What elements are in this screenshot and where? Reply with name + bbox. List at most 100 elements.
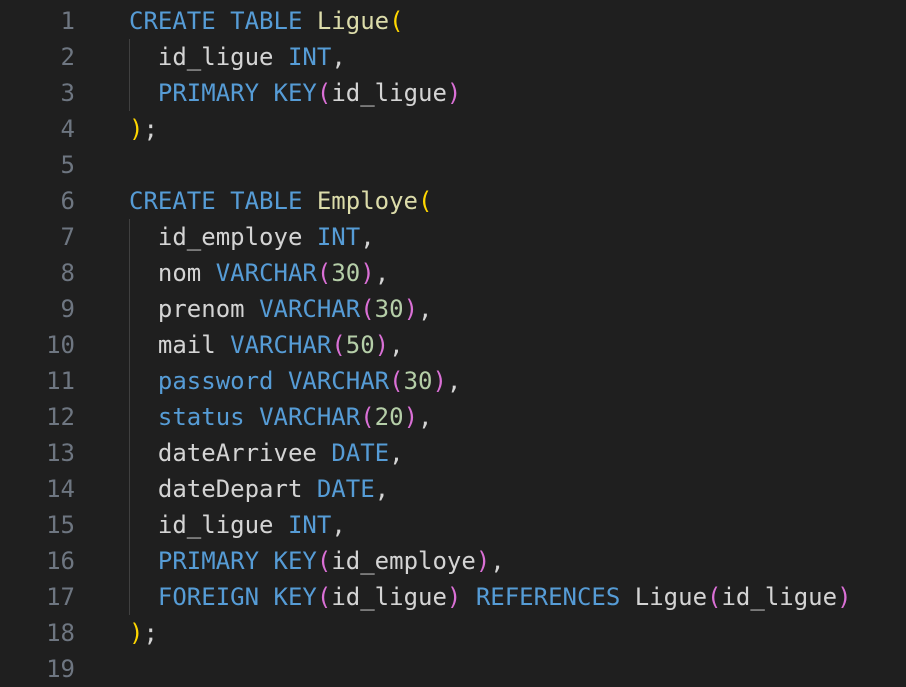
- code-line[interactable]: 1 CREATE TABLE Ligue(: [0, 3, 906, 39]
- token-keyword: PRIMARY: [157, 79, 260, 107]
- line-number: 18: [46, 619, 75, 647]
- code-line[interactable]: 13 dateArrivee DATE,: [0, 435, 906, 471]
- indentation: [129, 403, 158, 431]
- code-line[interactable]: 7 id_employe INT,: [0, 219, 906, 255]
- token-identifier: mail: [157, 331, 216, 359]
- token-bracket: ): [360, 259, 375, 287]
- token-punctuation: ,: [418, 295, 433, 323]
- token-identifier: [216, 7, 230, 35]
- token-punctuation: ,: [446, 367, 462, 395]
- line-code: password VARCHAR(30),: [129, 363, 461, 399]
- indentation: [129, 331, 158, 359]
- token-identifier: [461, 583, 475, 611]
- token-bracket: (: [389, 367, 404, 395]
- token-keyword: VARCHAR: [230, 331, 332, 359]
- token-bracket: ): [837, 583, 852, 611]
- line-code: FOREIGN KEY(id_ligue) REFERENCES Ligue(i…: [129, 579, 852, 615]
- token-bracket: (: [316, 547, 332, 575]
- line-number: 10: [46, 331, 75, 359]
- code-line[interactable]: 17 FOREIGN KEY(id_ligue) REFERENCES Ligu…: [0, 579, 906, 615]
- code-line[interactable]: 14 dateDepart DATE,: [0, 471, 906, 507]
- token-keyword: DATE: [331, 439, 390, 467]
- indentation: [129, 511, 158, 539]
- token-punctuation: ,: [389, 439, 404, 467]
- line-code: PRIMARY KEY(id_employe),: [129, 543, 505, 579]
- token-bracket: ): [403, 403, 419, 431]
- code-line[interactable]: 11 password VARCHAR(30),: [0, 363, 906, 399]
- code-line[interactable]: 3 PRIMARY KEY(id_ligue): [0, 75, 906, 111]
- line-code: CREATE TABLE Ligue(: [129, 3, 404, 39]
- line-code: mail VARCHAR(50),: [129, 327, 404, 363]
- code-lines[interactable]: 1 CREATE TABLE Ligue(2 id_ligue INT, 3 PRI…: [0, 3, 906, 687]
- code-line[interactable]: 8 nom VARCHAR(30),: [0, 255, 906, 291]
- token-bracket: (: [360, 403, 375, 431]
- token-identifier: id_ligue: [331, 583, 447, 611]
- line-number: 1: [60, 7, 75, 35]
- line-number: 15: [46, 511, 75, 539]
- token-punctuation: ;: [143, 115, 158, 143]
- token-identifier: [245, 295, 259, 323]
- token-keyword: DATE: [316, 475, 375, 503]
- code-line[interactable]: 10 mail VARCHAR(50),: [0, 327, 906, 363]
- token-keyword: status: [157, 403, 245, 431]
- token-bracket: (: [331, 331, 346, 359]
- token-identifier: [302, 7, 316, 35]
- token-punctuation: ,: [374, 259, 390, 287]
- token-identifier: [317, 439, 331, 467]
- line-number: 13: [46, 439, 75, 467]
- token-bracket: ): [446, 79, 462, 107]
- line-code: id_ligue INT,: [129, 507, 346, 543]
- token-bracket: (: [316, 79, 332, 107]
- token-keyword: VARCHAR: [287, 367, 390, 395]
- token-bracket: (: [418, 187, 433, 215]
- indentation: [129, 583, 158, 611]
- token-identifier: [245, 403, 259, 431]
- code-line[interactable]: 19: [0, 651, 906, 687]
- token-identifier: [274, 367, 288, 395]
- line-code: prenom VARCHAR(30),: [129, 291, 433, 327]
- line-number: 8: [60, 259, 75, 287]
- line-number: 7: [60, 223, 75, 251]
- token-identifier: [302, 475, 316, 503]
- token-keyword: password: [157, 367, 274, 395]
- line-number: 2: [60, 43, 75, 71]
- line-code: );: [129, 615, 158, 651]
- token-keyword: CREATE: [129, 7, 216, 35]
- token-bracket: ): [129, 115, 144, 143]
- token-identifier: id_ligue: [157, 43, 274, 71]
- line-number: 6: [60, 187, 75, 215]
- token-punctuation: ,: [374, 475, 390, 503]
- code-line[interactable]: 18);: [0, 615, 906, 651]
- token-identifier: [259, 79, 273, 107]
- code-line[interactable]: 4);: [0, 111, 906, 147]
- token-number: 30: [331, 259, 361, 287]
- code-line[interactable]: 5: [0, 147, 906, 183]
- token-number: 20: [374, 403, 404, 431]
- code-line[interactable]: 9 prenom VARCHAR(30),: [0, 291, 906, 327]
- code-line[interactable]: 16 PRIMARY KEY(id_employe),: [0, 543, 906, 579]
- code-line[interactable]: 12 status VARCHAR(20),: [0, 399, 906, 435]
- token-identifier: [302, 187, 316, 215]
- code-line[interactable]: 6 CREATE TABLE Employe(: [0, 183, 906, 219]
- token-identifier: id_ligue: [331, 79, 447, 107]
- indentation: [129, 259, 158, 287]
- token-punctuation: ,: [360, 223, 375, 251]
- line-code: CREATE TABLE Employe(: [129, 183, 432, 219]
- line-number: 4: [60, 115, 75, 143]
- line-code: nom VARCHAR(30),: [129, 255, 389, 291]
- token-keyword: CREATE: [129, 187, 216, 215]
- token-keyword: REFERENCES: [475, 583, 621, 611]
- line-code: );: [129, 111, 158, 147]
- token-keyword: KEY: [273, 547, 317, 575]
- token-identifier: id_ligue: [721, 583, 838, 611]
- indentation: [129, 475, 158, 503]
- token-keyword: TABLE: [230, 187, 303, 215]
- line-code: status VARCHAR(20),: [129, 399, 433, 435]
- token-bracket: ): [432, 367, 447, 395]
- code-line[interactable]: 2 id_ligue INT,: [0, 39, 906, 75]
- line-code: id_employe INT,: [129, 219, 375, 255]
- code-editor[interactable]: 1 CREATE TABLE Ligue(2 id_ligue INT, 3 PRI…: [0, 3, 906, 684]
- code-line[interactable]: 15 id_ligue INT,: [0, 507, 906, 543]
- line-number: 12: [46, 403, 75, 431]
- token-punctuation: ,: [389, 331, 404, 359]
